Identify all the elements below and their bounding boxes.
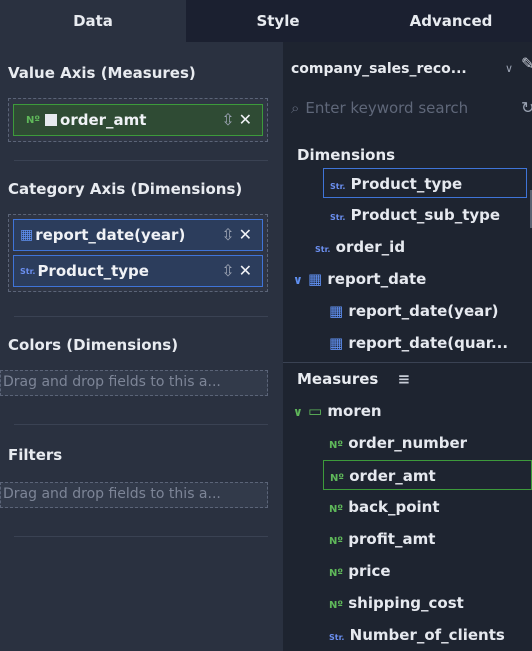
measure-item[interactable]: Nº order_number (329, 428, 467, 458)
category-field-pill[interactable]: ▦ report_date(year) ⇳ ✕ (13, 219, 263, 251)
number-type-icon: Nº (329, 440, 344, 451)
string-type-icon: Str. (330, 182, 346, 191)
field-label: report_date(year) (35, 226, 186, 244)
measure-item[interactable]: Nº back_point (329, 492, 440, 522)
measure-item[interactable]: Nº order_amt (323, 460, 532, 490)
field-label: back_point (348, 498, 440, 516)
dimension-item[interactable]: Str. order_id (315, 232, 405, 262)
number-type-icon: Nº (329, 568, 344, 579)
filters-dropzone[interactable]: Drag and drop fields to this a... (0, 482, 268, 508)
folder-icon: ▭ (307, 402, 323, 420)
calendar-icon: ▦ (329, 334, 344, 352)
chevron-down-icon[interactable]: ∨ (505, 62, 513, 75)
divider (14, 316, 268, 317)
calendar-icon: ▦ (329, 302, 344, 320)
tab-style[interactable]: Style (186, 0, 370, 42)
refresh-icon[interactable]: ↻ (521, 98, 532, 117)
field-label: Number_of_clients (349, 626, 505, 644)
tab-advanced[interactable]: Advanced (370, 0, 532, 42)
remove-icon[interactable]: ✕ (239, 110, 252, 129)
calendar-icon: ▦ (20, 227, 34, 243)
field-label: shipping_cost (348, 594, 464, 612)
filters-title: Filters (8, 446, 63, 464)
number-type-icon: Nº (26, 114, 41, 126)
dataset-select[interactable]: company_sales_reco... (291, 54, 506, 84)
colors-dropzone[interactable]: Drag and drop fields to this a... (0, 370, 268, 396)
category-axis-dropzone[interactable]: ▦ report_date(year) ⇳ ✕ Str. Product_type… (8, 214, 268, 292)
category-field-pill[interactable]: Str. Product_type ⇳ ✕ (13, 255, 263, 287)
remove-icon[interactable]: ✕ (239, 261, 252, 280)
chevron-down-icon[interactable]: ∨ (293, 405, 303, 419)
edit-icon[interactable]: ✎ (521, 54, 532, 73)
field-label: order_amt (349, 467, 436, 485)
value-axis-field-pill[interactable]: Nº order_amt ⇳ ✕ (13, 104, 263, 136)
remove-icon[interactable]: ✕ (239, 225, 252, 244)
field-label: report_date(quar... (348, 334, 509, 352)
folder-label: moren (327, 402, 382, 420)
sort-icon[interactable]: ⇳ (221, 261, 234, 280)
number-type-icon: Nº (329, 504, 344, 515)
string-type-icon: Str. (330, 213, 346, 222)
dimension-item[interactable]: ∨ ▦ report_date (293, 264, 426, 294)
search-icon: ⌕ (291, 99, 300, 117)
string-type-icon: Str. (315, 245, 331, 254)
field-list-panel: company_sales_reco... ∨ ✎ ⌕ Enter keyword… (283, 42, 532, 651)
measures-title: Measures ≡ (297, 370, 410, 388)
tab-bar: Data Style Advanced (0, 0, 532, 42)
string-type-icon: Str. (20, 266, 36, 276)
field-label: report_date(year) (348, 302, 499, 320)
calendar-icon: ▦ (307, 270, 323, 288)
chevron-down-icon[interactable]: ∨ (293, 273, 303, 287)
measure-item[interactable]: Nº price (329, 556, 391, 586)
measures-label: Measures (297, 370, 379, 388)
sort-icon[interactable]: ⇳ (221, 110, 234, 129)
number-type-icon: Nº (329, 536, 344, 547)
field-label: price (348, 562, 391, 580)
measure-item[interactable]: Nº profit_amt (329, 524, 435, 554)
field-drag-icon (44, 113, 59, 127)
divider (14, 160, 268, 161)
field-label: Product_type (350, 175, 463, 193)
dropzone-placeholder: Drag and drop fields to this a... (3, 486, 221, 502)
divider (14, 424, 268, 425)
measure-item[interactable]: Nº shipping_cost (329, 588, 464, 618)
field-label: Product_sub_type (350, 206, 501, 224)
chart-config-panel: Value Axis (Measures) Nº order_amt ⇳ ✕ Ca… (0, 42, 283, 651)
field-label: report_date (327, 270, 427, 288)
value-axis-title: Value Axis (Measures) (8, 64, 196, 82)
field-label: Product_type (37, 262, 149, 280)
category-axis-title: Category Axis (Dimensions) (8, 180, 243, 198)
dimensions-title: Dimensions (297, 146, 396, 164)
folder-item[interactable]: ∨ ▭ moren (293, 396, 382, 426)
measure-item[interactable]: Str. Number_of_clients (329, 620, 505, 650)
tab-data[interactable]: Data (0, 0, 186, 42)
dimension-item[interactable]: ▦ report_date(year) (329, 296, 499, 326)
sort-icon[interactable]: ⇳ (221, 225, 234, 244)
divider (283, 362, 532, 363)
field-label: order_number (348, 434, 468, 452)
value-axis-dropzone[interactable]: Nº order_amt ⇳ ✕ (8, 98, 268, 142)
dimension-item[interactable]: Str. Product_sub_type (330, 200, 500, 230)
field-label: order_amt (60, 111, 147, 129)
string-type-icon: Str. (329, 633, 345, 642)
menu-icon[interactable]: ≡ (398, 370, 411, 388)
divider (14, 536, 268, 537)
number-type-icon: Nº (330, 473, 345, 484)
search-placeholder: Enter keyword search (305, 99, 469, 117)
number-type-icon: Nº (329, 600, 344, 611)
search-input[interactable]: ⌕ Enter keyword search (291, 94, 532, 122)
colors-title: Colors (Dimensions) (8, 336, 179, 354)
dropzone-placeholder: Drag and drop fields to this a... (3, 374, 221, 390)
field-label: profit_amt (348, 530, 436, 548)
dimension-item[interactable]: Str. Product_type (323, 168, 527, 198)
dimension-item[interactable]: ▦ report_date(quar... (329, 328, 508, 358)
field-label: order_id (335, 238, 406, 256)
